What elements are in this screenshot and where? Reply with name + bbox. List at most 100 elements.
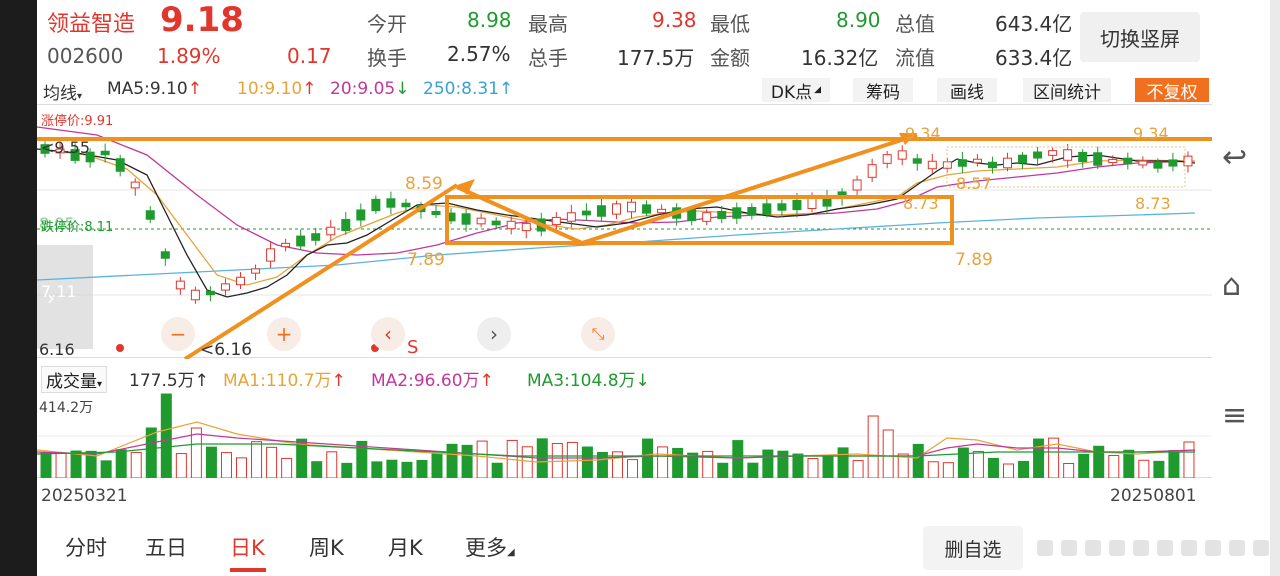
tab-daily-k[interactable]: 日K bbox=[230, 532, 265, 562]
volume-bar bbox=[747, 462, 759, 479]
dk-point-button[interactable]: DK点 ◢ bbox=[762, 78, 830, 103]
kline-chart[interactable]: › 涨停价:9.91 <9.55 跌停价:8.11 8.05 7.11 6.16… bbox=[36, 104, 1212, 361]
candle-body bbox=[160, 251, 170, 259]
candle-body bbox=[326, 226, 336, 236]
volume-bar bbox=[431, 453, 443, 479]
candle-body bbox=[1153, 161, 1163, 169]
zoom-out-icon[interactable]: − bbox=[161, 317, 195, 351]
arrow-up-icon: ↑ bbox=[187, 79, 202, 99]
volume-bar bbox=[416, 459, 428, 479]
volume-select[interactable]: 成交量▾ bbox=[41, 366, 108, 393]
arrow-up-icon: ↑ bbox=[499, 79, 514, 99]
chip-button[interactable]: 筹码 bbox=[853, 78, 913, 103]
arrow-up-icon: ↑ bbox=[479, 371, 494, 391]
right-bezel bbox=[1270, 0, 1280, 576]
candle-body bbox=[702, 212, 712, 222]
buy-dot-marker bbox=[116, 344, 124, 352]
stat-value-high: 9.38 bbox=[652, 8, 697, 32]
candle-body bbox=[190, 289, 200, 301]
tab-more[interactable]: 更多◢ bbox=[465, 532, 515, 562]
stock-code: 002600 bbox=[47, 44, 124, 68]
candle-body bbox=[356, 209, 366, 221]
change-percent: 1.89% bbox=[157, 44, 221, 68]
tab-intraday[interactable]: 分时 bbox=[65, 532, 107, 562]
stat-value-open: 8.98 bbox=[467, 8, 512, 32]
tab-five-day[interactable]: 五日 bbox=[145, 532, 187, 562]
label-873a: 8.73 bbox=[903, 194, 939, 213]
volume-bar bbox=[326, 451, 338, 479]
stat-label-amount: 金额 bbox=[710, 46, 750, 70]
volume-bar bbox=[717, 462, 729, 479]
volume-bar bbox=[912, 443, 924, 479]
arrow-down-icon: ↓ bbox=[395, 79, 410, 99]
candle-body bbox=[175, 280, 185, 290]
volume-bar bbox=[1018, 460, 1030, 479]
stat-value-low: 8.90 bbox=[836, 8, 881, 32]
volume-bar bbox=[867, 415, 879, 479]
stat-value-amount: 16.32亿 bbox=[801, 46, 879, 70]
vol-ma2: MA2:96.60万↑ bbox=[371, 371, 494, 391]
volume-bar bbox=[1168, 450, 1180, 479]
candle-body bbox=[687, 208, 697, 222]
candle-body bbox=[236, 276, 246, 286]
candle-body bbox=[521, 222, 531, 232]
candle-body bbox=[1018, 154, 1028, 164]
volume-bar bbox=[1153, 460, 1165, 479]
candle-body bbox=[1108, 158, 1118, 164]
volume-bar bbox=[957, 447, 969, 479]
tab-monthly-k[interactable]: 月K bbox=[388, 532, 423, 562]
menu-icon[interactable]: ≡ bbox=[1222, 398, 1247, 433]
range-stats-button[interactable]: 区间统计 bbox=[1023, 78, 1111, 103]
ma5-value: MA5:9.10↑ bbox=[107, 79, 202, 99]
candle-body bbox=[311, 233, 321, 241]
zoom-in-icon[interactable]: + bbox=[267, 317, 301, 351]
stat-value-turnover: 2.57% bbox=[447, 42, 511, 66]
ma-type-select[interactable]: 均线▾ bbox=[43, 79, 82, 104]
stat-value-float-cap: 633.4亿 bbox=[995, 46, 1073, 70]
volume-bar bbox=[371, 461, 383, 479]
candle-body bbox=[642, 204, 652, 214]
restore-mode-button[interactable]: 不复权 bbox=[1135, 78, 1209, 103]
label-789b: 7.89 bbox=[955, 250, 993, 270]
volume-bar bbox=[627, 459, 639, 479]
home-icon[interactable]: ⌂ bbox=[1222, 268, 1241, 303]
candle-body bbox=[762, 203, 772, 215]
label-873b: 8.73 bbox=[1135, 194, 1171, 213]
tab-weekly-k[interactable]: 周K bbox=[309, 532, 344, 562]
volume-bar bbox=[461, 444, 473, 479]
candle-body bbox=[220, 283, 230, 291]
ma20-line bbox=[36, 126, 1196, 256]
candle-body bbox=[205, 290, 215, 296]
volume-bar bbox=[40, 451, 52, 479]
candle-body bbox=[1002, 157, 1012, 169]
stat-label-open: 今开 bbox=[367, 12, 407, 36]
candle-body bbox=[867, 164, 877, 178]
dropdown-arrow-icon: ▾ bbox=[77, 91, 83, 102]
scroll-right-icon[interactable]: › bbox=[477, 317, 511, 351]
volume-bar bbox=[1078, 453, 1090, 479]
volume-bar bbox=[1033, 438, 1045, 479]
candle-body bbox=[972, 158, 982, 164]
remove-watchlist-button[interactable]: 删自选 bbox=[923, 526, 1023, 570]
trend-arrow-1 bbox=[183, 183, 459, 361]
back-icon[interactable]: ↩ bbox=[1222, 140, 1247, 175]
volume-bar bbox=[822, 456, 834, 479]
volume-bar bbox=[657, 446, 669, 479]
volume-bar bbox=[1063, 462, 1075, 479]
label-934b: 9.34 bbox=[1133, 124, 1169, 143]
candle-body bbox=[882, 154, 892, 164]
switch-portrait-button[interactable]: 切换竖屏 bbox=[1080, 12, 1200, 62]
draw-line-button[interactable]: 画线 bbox=[937, 78, 997, 103]
volume-chart[interactable]: 414.2万 bbox=[36, 392, 1212, 479]
candle-body bbox=[1033, 151, 1043, 159]
volume-svg: 414.2万 bbox=[36, 393, 1212, 479]
volume-bar bbox=[1138, 459, 1150, 479]
volume-value: 177.5万↑ bbox=[129, 371, 209, 391]
collapse-icon[interactable]: ⤡ bbox=[581, 317, 615, 351]
candle-body bbox=[1078, 151, 1088, 163]
candle-body bbox=[1093, 152, 1103, 166]
scroll-left-icon[interactable]: ‹ bbox=[371, 317, 405, 351]
volume-bar bbox=[55, 452, 67, 479]
stat-label-total-cap: 总值 bbox=[895, 12, 935, 36]
ma10-value: 10:9.10↑ bbox=[237, 79, 317, 99]
